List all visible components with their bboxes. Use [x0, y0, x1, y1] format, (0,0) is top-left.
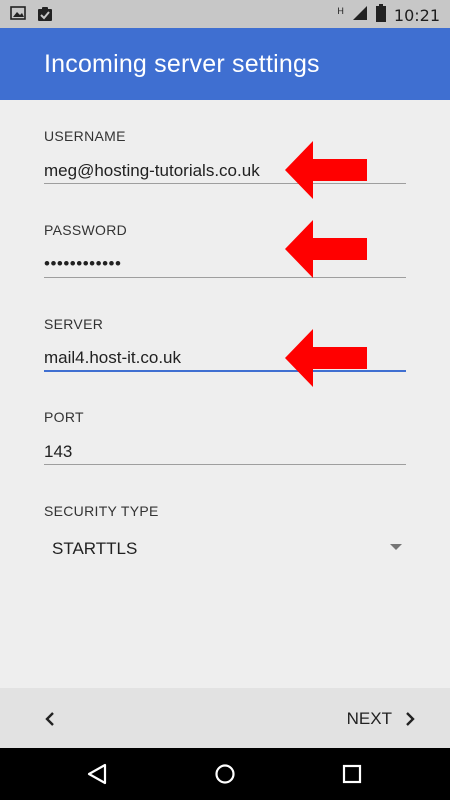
port-label: PORT: [44, 409, 84, 425]
next-button[interactable]: NEXT: [347, 706, 416, 732]
port-underline: [44, 464, 406, 465]
network-type-label: H: [337, 5, 344, 16]
app-bar: Incoming server settings: [0, 28, 450, 100]
bottom-bar: NEXT: [0, 688, 450, 748]
recents-square-icon[interactable]: [338, 760, 366, 788]
security-type-label: SECURITY TYPE: [44, 503, 159, 519]
username-arrow: [285, 141, 367, 199]
status-bar: H 10:21: [0, 0, 450, 28]
home-circle-icon[interactable]: [211, 760, 239, 788]
security-type-select[interactable]: STARTTLS: [52, 539, 137, 559]
signal-icon: [352, 5, 368, 26]
chevron-left-icon: [45, 712, 54, 726]
back-triangle-icon[interactable]: [84, 760, 112, 788]
chevron-right-icon: [406, 712, 415, 726]
navigation-bar: [0, 748, 450, 800]
password-input[interactable]: ••••••••••••: [44, 254, 121, 274]
image-icon: [10, 5, 26, 28]
username-input[interactable]: meg@hosting-tutorials.co.uk: [44, 161, 260, 181]
security-type-field: SECURITY TYPE: [44, 503, 406, 523]
battery-icon: [375, 4, 386, 27]
password-arrow: [285, 220, 367, 278]
clock: 10:21: [393, 6, 440, 25]
clipboard-check-icon: [36, 5, 54, 28]
dropdown-caret-icon[interactable]: [390, 544, 402, 550]
server-input[interactable]: mail4.host-it.co.uk: [44, 348, 181, 368]
page-title: Incoming server settings: [44, 50, 320, 78]
port-field[interactable]: PORT 143: [44, 409, 406, 467]
next-button-label: NEXT: [346, 709, 392, 728]
back-button[interactable]: [36, 706, 66, 732]
server-arrow: [285, 329, 367, 387]
port-input[interactable]: 143: [44, 442, 72, 462]
